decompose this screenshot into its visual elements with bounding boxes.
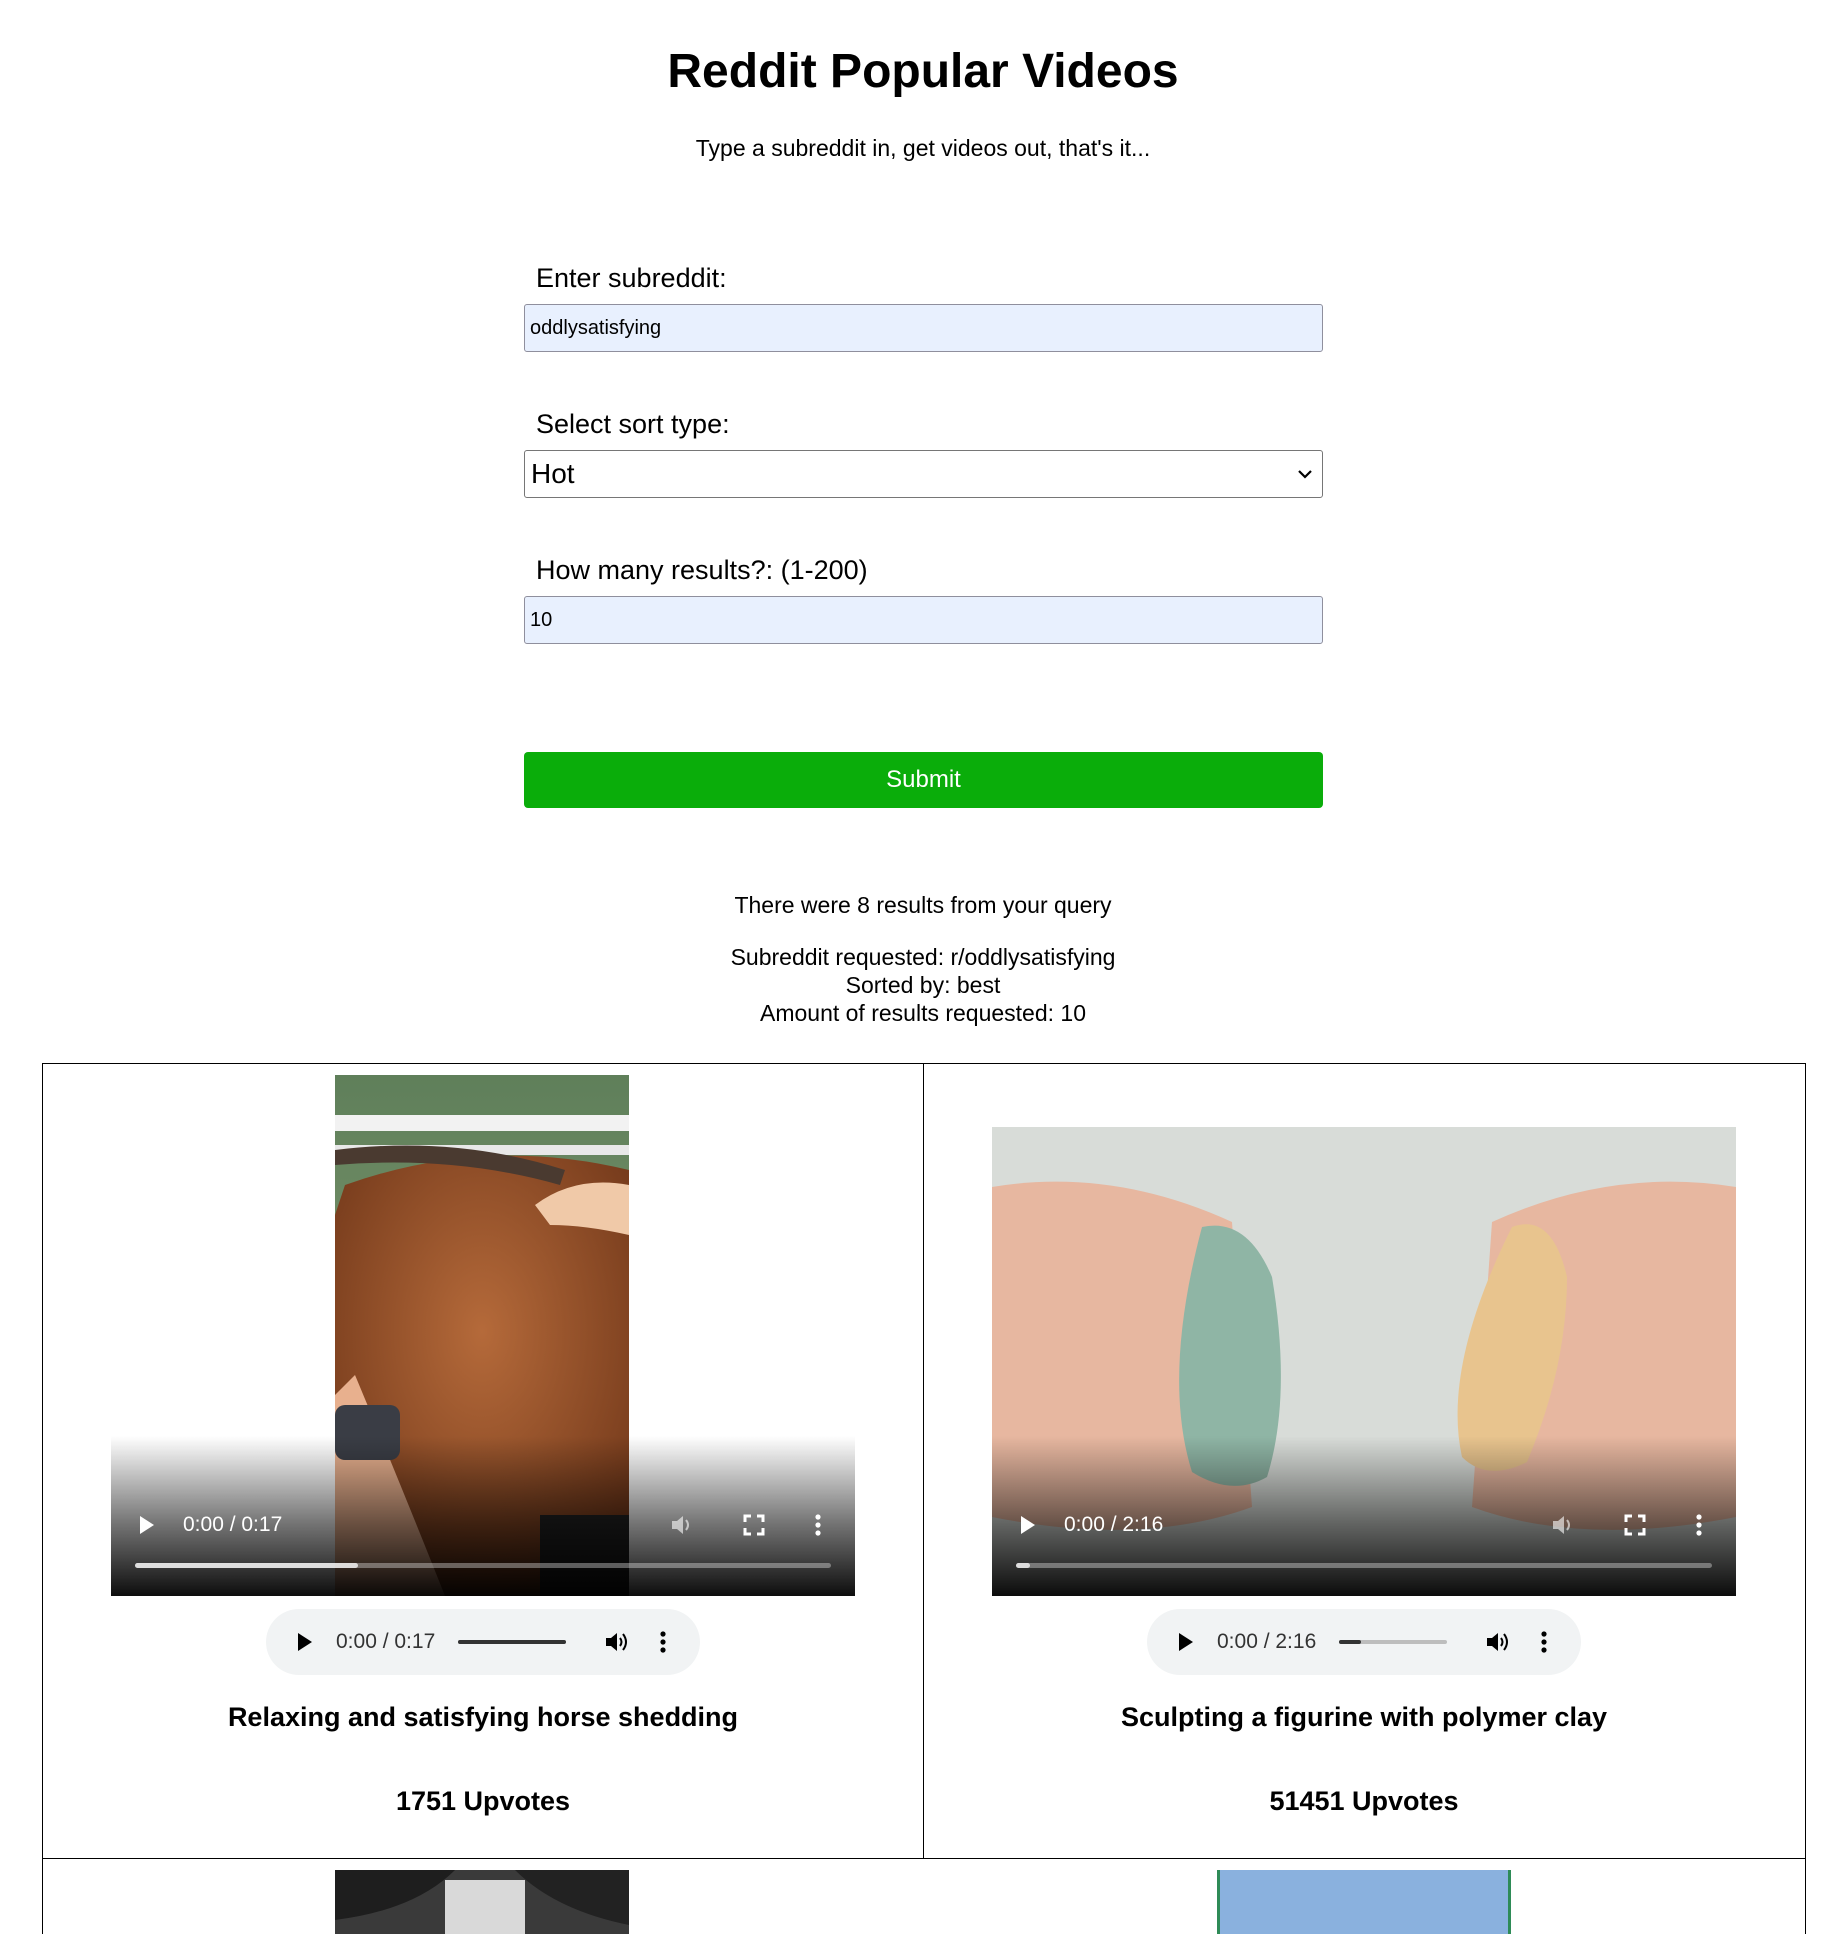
page-title: Reddit Popular Videos — [667, 45, 1179, 98]
results-grid: 0:00 / 0:17 0:00 / 0:17 Relaxing and sat… — [42, 1063, 1806, 1934]
submit-button[interactable]: Submit — [524, 752, 1323, 808]
count-group: How many results?: (1-200) 10 — [524, 550, 1323, 644]
video-time: 0:00 / 2:16 — [1064, 1513, 1164, 1536]
chevron-down-icon — [1294, 463, 1316, 485]
sort-label: Select sort type: — [536, 409, 730, 439]
sort-selected-value: Hot — [531, 458, 575, 489]
subreddit-requested: Subreddit requested: r/oddlysatisfying — [730, 944, 1116, 970]
video-player[interactable]: 0:00 / 2:16 — [992, 1127, 1736, 1596]
post-upvotes: 1751 Upvotes — [395, 1786, 571, 1816]
play-icon[interactable] — [1018, 1514, 1038, 1536]
count-input[interactable]: 10 — [524, 596, 1323, 644]
video-thumbnail[interactable] — [335, 1870, 629, 1934]
post-card: 0:00 / 0:17 0:00 / 0:17 Relaxing and sat… — [43, 1064, 924, 1858]
sorted-by: Sorted by: best — [845, 972, 1001, 998]
play-icon[interactable] — [137, 1514, 157, 1536]
video-progress-fill — [135, 1563, 358, 1568]
audio-progress-fill — [1339, 1640, 1361, 1644]
volume-icon[interactable] — [669, 1512, 695, 1538]
play-icon[interactable] — [1177, 1631, 1195, 1653]
audio-progress-bar[interactable] — [458, 1640, 566, 1644]
post-upvotes: 51451 Upvotes — [1269, 1786, 1459, 1816]
audio-time: 0:00 / 2:16 — [1217, 1630, 1317, 1653]
video-progress-bar[interactable] — [1016, 1563, 1712, 1568]
page-subtitle: Type a subreddit in, get videos out, tha… — [695, 135, 1151, 161]
post-title: Sculpting a figurine with polymer clay — [1120, 1702, 1608, 1732]
fullscreen-icon[interactable] — [741, 1512, 767, 1538]
row-divider — [43, 1858, 1805, 1859]
volume-icon[interactable] — [1485, 1629, 1511, 1655]
fullscreen-icon[interactable] — [1622, 1512, 1648, 1538]
subreddit-group: Enter subreddit: oddlysatisfying — [524, 258, 1323, 352]
subreddit-input[interactable]: oddlysatisfying — [524, 304, 1323, 352]
subreddit-label: Enter subreddit: — [536, 263, 727, 293]
video-progress-bar[interactable] — [135, 1563, 831, 1568]
audio-progress-fill — [458, 1640, 566, 1644]
volume-icon[interactable] — [604, 1629, 630, 1655]
volume-icon[interactable] — [1550, 1512, 1576, 1538]
audio-progress-bar[interactable] — [1339, 1640, 1447, 1644]
more-options-icon[interactable] — [1686, 1512, 1712, 1538]
play-icon[interactable] — [296, 1631, 314, 1653]
sort-group: Select sort type: Hot — [524, 404, 1323, 498]
query-details: Subreddit requested: r/oddlysatisfying S… — [0, 943, 1846, 1027]
video-thumbnail[interactable] — [1217, 1870, 1511, 1934]
video-player[interactable]: 0:00 / 0:17 — [111, 1075, 855, 1596]
video-controls: 0:00 / 0:17 — [111, 1436, 855, 1596]
more-options-icon[interactable] — [1539, 1629, 1549, 1655]
more-options-icon[interactable] — [658, 1629, 668, 1655]
search-form: Enter subreddit: oddlysatisfying Select … — [524, 258, 1323, 696]
audio-player[interactable]: 0:00 / 2:16 — [1147, 1609, 1581, 1675]
amount-requested: Amount of results requested: 10 — [759, 1000, 1087, 1026]
count-label: How many results?: (1-200) — [536, 555, 868, 585]
sort-select[interactable]: Hot — [524, 450, 1323, 498]
page-header: Reddit Popular Videos Type a subreddit i… — [0, 0, 1846, 163]
video-progress-fill — [1016, 1563, 1030, 1568]
more-options-icon[interactable] — [805, 1512, 831, 1538]
video-time: 0:00 / 0:17 — [183, 1513, 283, 1536]
post-title: Relaxing and satisfying horse shedding — [227, 1702, 739, 1732]
results-summary: There were 8 results from your query — [734, 892, 1112, 918]
audio-player[interactable]: 0:00 / 0:17 — [266, 1609, 700, 1675]
video-controls: 0:00 / 2:16 — [992, 1436, 1736, 1596]
post-card: 0:00 / 2:16 0:00 / 2:16 Sculpting a figu… — [924, 1064, 1804, 1858]
audio-time: 0:00 / 0:17 — [336, 1630, 436, 1653]
